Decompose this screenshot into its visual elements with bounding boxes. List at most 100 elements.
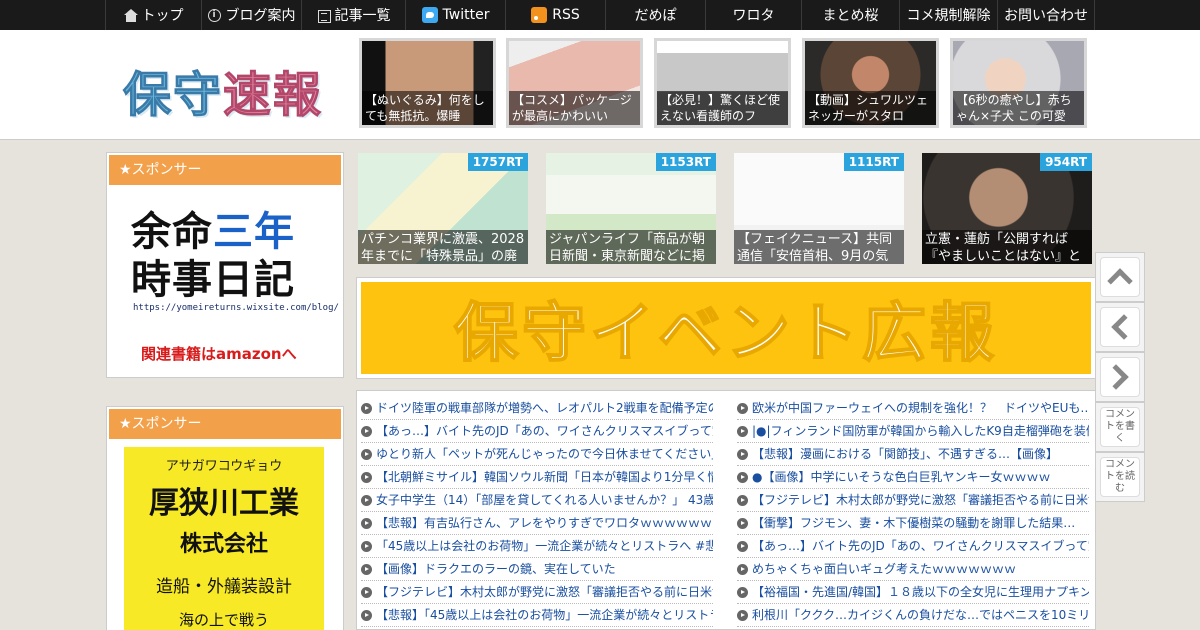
read-comment-button[interactable]: コメントを読む (1095, 452, 1145, 502)
list-item-title: 【画像】ドラクエのラーの鏡、実在していた (376, 562, 616, 576)
bullet-arrow-icon (361, 517, 372, 529)
bullet-arrow-icon (361, 471, 372, 483)
list-item[interactable]: 利根川「ククク…カイジくんの負けだな…ではペニスを10ミリ (737, 604, 1089, 627)
featured-article[interactable]: 954RT 立憲・蓮舫「公開すれば『やましいことはない』と (922, 153, 1092, 264)
top-nav: トップ i ブログ案内 記事一覧 Twitter RSS だめぽ ワロタ まとめ桜… (0, 0, 1200, 30)
list-item[interactable]: 【悲報】「45歳以上は会社のお荷物」一流企業が続々とリストラへ (361, 604, 713, 627)
ad-asagawa-kogyo[interactable]: アサガワコウギョウ 厚狭川工業 株式会社 造船・外艤装設計 海の上で戦う (107, 441, 343, 630)
info-icon: i (207, 8, 221, 22)
list-item-title: 【フジテレビ】木村太郎が野党に激怒「審議拒否やる前に日米協議 (376, 585, 713, 599)
bullet-arrow-icon (737, 494, 748, 506)
list-item[interactable]: めちゃくちゃ面白いギュグ考えたｗｗｗｗｗｗｗ (737, 558, 1089, 581)
list-item-title: 【裕福国・先進国/韓国】１８歳以下の全女児に生理用ナプキンを (752, 585, 1089, 599)
bullet-arrow-icon (361, 609, 372, 621)
chevron-left-icon (1111, 314, 1137, 340)
list-item[interactable]: 【裕福国・先進国/韓国】１８歳以下の全女児に生理用ナプキンを (737, 581, 1089, 604)
sponsor-heading: ★スポンサー (109, 155, 341, 185)
list-item-title: 欧米が中国ファーウェイへの規制を強化！？ ドイツやEUも… (752, 401, 1089, 415)
list-item-title: 【フジテレビ】木村太郎が野党に激怒「審議拒否やる前に日米協議 (752, 493, 1089, 507)
list-item[interactable]: 女子中学生（14）「部屋を貸してくれる人いませんか？」 43歳男性 (361, 489, 713, 512)
header-thumb[interactable]: 【ぬいぐるみ】何をしても無抵抗。爆睡 (359, 38, 496, 128)
list-item[interactable]: 【あっ…】バイト先のJD「あの、ワイさんクリスマスイブって空いてますか？」 (361, 420, 713, 443)
bullet-arrow-icon (737, 425, 748, 437)
header-thumb[interactable]: 【必見！】驚くほど使えない看護師のフ (654, 38, 791, 128)
list-item-title: 【悲報】「45歳以上は会社のお荷物」一流企業が続々とリストラへ (376, 608, 713, 622)
bullet-arrow-icon (361, 402, 372, 414)
twitter-icon (421, 7, 438, 23)
list-item-title: 「45歳以上は会社のお荷物」一流企業が続々とリストラへ #悲報 (376, 539, 713, 553)
next-page-button[interactable] (1095, 352, 1145, 402)
header-thumb[interactable]: 【動画】シュワルツェネッガーがスタロ (802, 38, 939, 128)
list-item-title: 【あっ…】バイト先のJD「あの、ワイさんクリスマスイブって空いて (752, 539, 1089, 553)
list-item[interactable]: 欧米が中国ファーウェイへの規制を強化！？ ドイツやEUも… (737, 397, 1089, 420)
bullet-arrow-icon (737, 540, 748, 552)
list-item[interactable]: 【悲報】有吉弘行さん、アレをやりすぎでワロタｗｗｗｗｗｗｗ (361, 512, 713, 535)
bullet-arrow-icon (361, 425, 372, 437)
list-item-title: 【悲報】漫画における「関節技」、不遇すぎる…【画像】 (752, 447, 1059, 461)
bullet-arrow-icon (361, 586, 372, 598)
chevron-up-icon (1107, 268, 1133, 294)
nav-top[interactable]: トップ (105, 0, 201, 30)
list-item[interactable]: 【画像】ドラクエのラーの鏡、実在していた (361, 558, 713, 581)
nav-contact[interactable]: お問い合わせ (997, 0, 1095, 30)
list-item-title: 【北朝鮮ミサイル】韓国ソウル新聞「日本が韓国より1分早く情報を (376, 470, 713, 484)
nav-twitter[interactable]: Twitter (405, 0, 505, 30)
rss-icon (531, 7, 548, 23)
sponsor-box-2: ★スポンサー アサガワコウギョウ 厚狭川工業 株式会社 造船・外艤装設計 海の上… (106, 406, 344, 630)
list-item[interactable]: ●【画像】中学にいそうな色白巨乳ヤンキー女ｗｗｗｗ (737, 466, 1089, 489)
write-comment-button[interactable]: コメントを書く (1095, 402, 1145, 452)
nav-blog-guide[interactable]: i ブログ案内 (201, 0, 301, 30)
header-thumb[interactable]: 【コスメ】パッケージが最高にかわいい (506, 38, 643, 128)
list-item[interactable]: |●|フィンランド国防軍が韓国から輸入したK9自走榴弾砲を装備 (737, 420, 1089, 443)
list-item[interactable]: 【衝撃】フジモン、妻・木下優樹菜の騒動を謝罪した結果… (737, 512, 1089, 535)
ad-yomei-sannen[interactable]: 余命三年 時事日記 https://yomeireturns.wixsite.c… (107, 187, 343, 377)
bullet-arrow-icon (737, 471, 748, 483)
list-item[interactable]: 【フジテレビ】木村太郎が野党に激怒「審議拒否やる前に日米協議 (361, 581, 713, 604)
nav-damepo[interactable]: だめぽ (605, 0, 705, 30)
prev-page-button[interactable] (1095, 302, 1145, 352)
bullet-arrow-icon (737, 563, 748, 575)
nav-rss[interactable]: RSS (505, 0, 605, 30)
site-logo[interactable]: 保守速報 (122, 55, 323, 125)
bullet-arrow-icon (361, 540, 372, 552)
rt-count-badge: 1757RT (467, 153, 528, 171)
event-banner[interactable]: 保守イベント広報 (356, 277, 1096, 379)
featured-article[interactable]: 1115RT 【フェイクニュース】共同通信「安倍首相、9月の気候 (734, 153, 904, 264)
featured-article[interactable]: 1757RT パチンコ業界に激震、2028年までに「特殊景品」の廃 (358, 153, 528, 264)
bullet-arrow-icon (361, 448, 372, 460)
bullet-arrow-icon (737, 448, 748, 460)
ad-url: https://yomeireturns.wixsite.com/blog/ (133, 303, 339, 313)
list-item-title: |●|フィンランド国防軍が韓国から輸入したK9自走榴弾砲を装備 (752, 424, 1089, 438)
nav-comment-unblock[interactable]: コメ規制解除 (899, 0, 997, 30)
rt-count-badge: 954RT (1040, 153, 1092, 171)
header-thumb[interactable]: 【6秒の癒やし】赤ちゃん×子犬 この可愛 (950, 38, 1087, 128)
nav-warota[interactable]: ワロタ (705, 0, 801, 30)
featured-article[interactable]: 1153RT ジャパンライフ「商品が朝日新聞・東京新聞などに掲 (546, 153, 716, 264)
list-item[interactable]: 【北朝鮮ミサイル】韓国ソウル新聞「日本が韓国より1分早く情報を (361, 466, 713, 489)
home-icon (123, 8, 138, 22)
list-item-title: 【衝撃】フジモン、妻・木下優樹菜の騒動を謝罪した結果… (752, 516, 1076, 530)
list-item[interactable]: ゆとり新人「ペットが死んじゃったので今日休ませてください」 (361, 443, 713, 466)
article-list-right: 欧米が中国ファーウェイへの規制を強化！？ ドイツやEUも… |●|フィンランド国防… (737, 397, 1089, 627)
sponsor-heading: ★スポンサー (109, 409, 341, 439)
article-list-left: ドイツ陸軍の戦車部隊が増勢へ、レオパルト2戦車を配備予定の 【あっ…】バイト先のJ… (361, 397, 713, 627)
list-item[interactable]: 【あっ…】バイト先のJD「あの、ワイさんクリスマスイブって空いて (737, 535, 1089, 558)
ad-amazon-link[interactable]: 関連書籍はamazonへ (141, 343, 297, 364)
bullet-arrow-icon (737, 517, 748, 529)
list-item-title: ドイツ陸軍の戦車部隊が増勢へ、レオパルト2戦車を配備予定の (376, 401, 713, 415)
rt-count-badge: 1115RT (843, 153, 904, 171)
list-item-title: 【悲報】有吉弘行さん、アレをやりすぎでワロタｗｗｗｗｗｗｗ (376, 516, 713, 530)
bullet-arrow-icon (737, 402, 748, 414)
list-item[interactable]: 「45歳以上は会社のお荷物」一流企業が続々とリストラへ #悲報 (361, 535, 713, 558)
list-item[interactable]: 【悲報】漫画における「関節技」、不遇すぎる…【画像】 (737, 443, 1089, 466)
list-item-title: 【あっ…】バイト先のJD「あの、ワイさんクリスマスイブって空いてますか？」 (376, 424, 713, 438)
list-item-title: ●【画像】中学にいそうな色白巨乳ヤンキー女ｗｗｗｗ (752, 470, 1051, 484)
article-list: ドイツ陸軍の戦車部隊が増勢へ、レオパルト2戦車を配備予定の 【あっ…】バイト先のJ… (356, 390, 1096, 630)
list-item[interactable]: ドイツ陸軍の戦車部隊が増勢へ、レオパルト2戦車を配備予定の (361, 397, 713, 420)
nav-article-list[interactable]: 記事一覧 (301, 0, 405, 30)
list-item[interactable]: 【フジテレビ】木村太郎が野党に激怒「審議拒否やる前に日米協議 (737, 489, 1089, 512)
list-icon (317, 9, 331, 23)
scroll-top-button[interactable] (1095, 252, 1145, 302)
site-header: 保守速報 【ぬいぐるみ】何をしても無抵抗。爆睡 【コスメ】パッケージが最高にかわ… (0, 30, 1200, 140)
nav-matome-sakura[interactable]: まとめ桜 (801, 0, 899, 30)
